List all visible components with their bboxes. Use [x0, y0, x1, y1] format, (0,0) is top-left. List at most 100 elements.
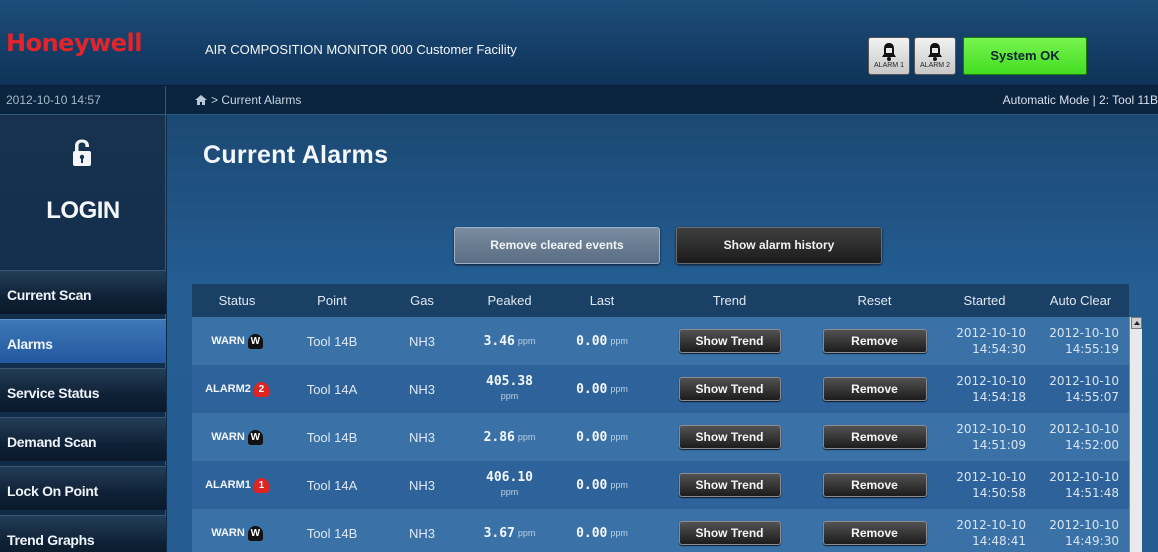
- auto-clear-cell: 2012-10-10 14:55:07: [1032, 365, 1129, 413]
- reset-cell: Remove: [812, 413, 937, 461]
- last-cell: 0.00 ppm: [557, 317, 647, 365]
- trend-cell: Show Trend: [647, 461, 812, 509]
- sidebar: LOGIN Current Scan Alarms Service Status…: [0, 115, 166, 552]
- col-gas: Gas: [410, 293, 434, 308]
- started-time: 14:54:30: [972, 342, 1026, 356]
- last-value: 0.00: [576, 381, 608, 397]
- nav-alarms[interactable]: Alarms: [0, 319, 166, 363]
- show-alarm-history-button[interactable]: Show alarm history: [676, 227, 882, 264]
- home-icon[interactable]: [195, 95, 207, 105]
- trend-cell: Show Trend: [647, 365, 812, 413]
- table-row: ALARM1 1 Tool 14A NH3 406.10 ppm 0.00 ppm Show T…: [192, 461, 1129, 509]
- col-status: Status: [218, 293, 256, 308]
- peaked-unit: ppm: [517, 336, 536, 346]
- clear-date: 2012-10-10: [1049, 374, 1119, 388]
- alarm2-button[interactable]: ALARM 2: [914, 37, 956, 75]
- reset-cell: Remove: [812, 509, 937, 552]
- remove-button[interactable]: Remove: [822, 377, 927, 401]
- clear-time: 14:55:07: [1065, 390, 1119, 404]
- peaked-cell: 405.38 ppm: [462, 365, 557, 413]
- peaked-unit: ppm: [500, 391, 519, 401]
- reset-cell: Remove: [812, 461, 937, 509]
- remove-cleared-events-button[interactable]: Remove cleared events: [454, 227, 660, 264]
- gas-cell: NH3: [408, 477, 435, 493]
- col-auto-clear: Auto Clear: [1049, 293, 1112, 308]
- status-text: WARN: [211, 431, 245, 443]
- gas-cell: NH3: [408, 381, 435, 397]
- peaked-value: 3.67: [483, 525, 515, 541]
- remove-button[interactable]: Remove: [822, 329, 927, 353]
- show-trend-button[interactable]: Show Trend: [678, 473, 781, 497]
- nav-demand-scan[interactable]: Demand Scan: [0, 417, 166, 461]
- show-trend-button[interactable]: Show Trend: [678, 329, 781, 353]
- last-value: 0.00: [576, 477, 608, 493]
- point-cell: Tool 14B: [306, 429, 358, 445]
- peaked-cell: 2.86 ppm: [462, 413, 557, 461]
- nav-service-status[interactable]: Service Status: [0, 368, 166, 412]
- status-text: ALARM1: [205, 479, 251, 491]
- last-value: 0.00: [576, 333, 608, 349]
- started-date: 2012-10-10: [956, 326, 1026, 340]
- chevron-up-icon: [1134, 321, 1140, 325]
- clear-time: 14:52:00: [1065, 438, 1119, 452]
- status-badge: W: [247, 333, 263, 349]
- nav-trend-graphs[interactable]: Trend Graphs: [0, 515, 166, 552]
- remove-button[interactable]: Remove: [822, 521, 927, 545]
- show-trend-button[interactable]: Show Trend: [678, 521, 781, 545]
- last-unit: ppm: [610, 528, 628, 538]
- nav-lock-on-point[interactable]: Lock On Point: [0, 466, 166, 510]
- peaked-unit: ppm: [500, 487, 519, 497]
- started-date: 2012-10-10: [956, 518, 1026, 532]
- status-text: WARN: [211, 335, 245, 347]
- peaked-value: 2.86: [483, 429, 515, 445]
- clear-time: 14:49:30: [1065, 534, 1119, 548]
- clear-date: 2012-10-10: [1049, 518, 1119, 532]
- alarm2-label: ALARM 2: [920, 62, 950, 69]
- scroll-up-button[interactable]: [1131, 317, 1142, 329]
- breadcrumb-current: > Current Alarms: [211, 93, 302, 107]
- col-peaked: Peaked: [487, 293, 532, 308]
- last-cell: 0.00 ppm: [557, 413, 647, 461]
- table-row: WARN W Tool 14B NH3 3.67 ppm 0.00 ppm Show Trend…: [192, 509, 1129, 552]
- table-row: WARN W Tool 14B NH3 3.46 ppm 0.00 ppm Show Trend…: [192, 317, 1129, 365]
- system-status-button[interactable]: System OK: [963, 37, 1087, 75]
- table-row: WARN W Tool 14B NH3 2.86 ppm 0.00 ppm Show Trend…: [192, 413, 1129, 461]
- peaked-value: 406.10: [486, 470, 533, 485]
- table-scrollbar[interactable]: [1129, 317, 1142, 552]
- header: Honeywell AIR COMPOSITION MONITOR 000 Cu…: [0, 0, 1158, 85]
- started-cell: 2012-10-10 14:54:30: [937, 317, 1032, 365]
- started-time: 14:48:41: [972, 534, 1026, 548]
- remove-button[interactable]: Remove: [822, 425, 927, 449]
- peaked-cell: 3.67 ppm: [462, 509, 557, 552]
- nav-current-scan[interactable]: Current Scan: [0, 270, 166, 314]
- peaked-unit: ppm: [517, 432, 536, 442]
- started-cell: 2012-10-10 14:54:18: [937, 365, 1032, 413]
- last-unit: ppm: [610, 336, 628, 346]
- mode-status: Automatic Mode | 2: Tool 11B: [1002, 93, 1158, 107]
- point-cell: Tool 14A: [306, 381, 358, 397]
- app-title: AIR COMPOSITION MONITOR 000 Customer Fac…: [205, 42, 517, 57]
- login-button[interactable]: LOGIN: [0, 115, 166, 270]
- gas-cell: NH3: [408, 333, 435, 349]
- started-time: 14:54:18: [972, 390, 1026, 404]
- started-cell: 2012-10-10 14:50:58: [937, 461, 1032, 509]
- peaked-value: 405.38: [486, 374, 533, 389]
- show-trend-button[interactable]: Show Trend: [678, 377, 781, 401]
- started-date: 2012-10-10: [956, 470, 1026, 484]
- last-cell: 0.00 ppm: [557, 461, 647, 509]
- status-badge: 2: [253, 381, 269, 397]
- point-cell: Tool 14B: [306, 333, 358, 349]
- honeywell-logo: Honeywell: [6, 29, 142, 57]
- table-header: Status Point Gas Peaked Last Trend Reset…: [192, 284, 1129, 317]
- alarm1-button[interactable]: ALARM 1: [868, 37, 910, 75]
- gas-cell: NH3: [408, 525, 435, 541]
- show-trend-button[interactable]: Show Trend: [678, 425, 781, 449]
- alarm1-label: ALARM 1: [874, 62, 904, 69]
- remove-button[interactable]: Remove: [822, 473, 927, 497]
- bell-icon: [882, 43, 896, 61]
- trend-cell: Show Trend: [647, 317, 812, 365]
- reset-cell: Remove: [812, 365, 937, 413]
- last-unit: ppm: [610, 384, 628, 394]
- last-cell: 0.00 ppm: [557, 509, 647, 552]
- clear-date: 2012-10-10: [1049, 470, 1119, 484]
